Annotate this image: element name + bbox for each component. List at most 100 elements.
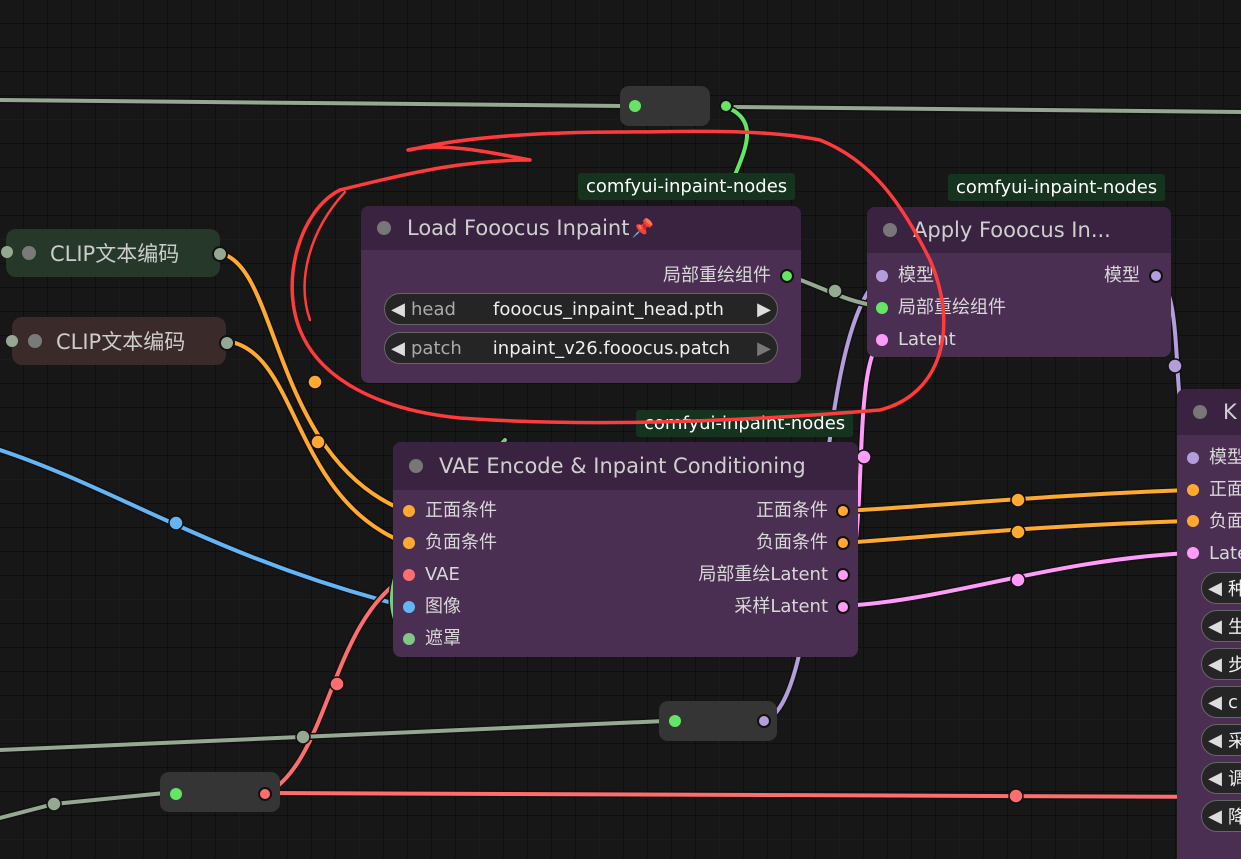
output-dot-inpaint-patch[interactable] <box>780 269 794 283</box>
input-dot-model[interactable] <box>876 270 888 282</box>
patch-combo-widget[interactable]: ◀ patch inpaint_v26.fooocus.patch ▶ <box>384 332 778 364</box>
arrow-left-icon[interactable]: ◀ <box>1202 616 1228 637</box>
denoise-widget[interactable]: ◀ 降 <box>1201 800 1241 832</box>
node-status-dot <box>409 459 423 473</box>
reroute-node-vae[interactable] <box>160 772 280 812</box>
node-status-dot <box>28 334 42 348</box>
output-dot-model[interactable] <box>1149 269 1163 283</box>
widget-name: 步 <box>1228 655 1241 676</box>
widget-name: c <box>1228 691 1238 713</box>
input-dot-image[interactable] <box>403 601 415 613</box>
input-label: 负面条件 <box>425 532 497 553</box>
scheduler-widget[interactable]: ◀ 调 <box>1201 762 1241 794</box>
clip-input-dot[interactable] <box>6 335 18 347</box>
clip-output-dot[interactable] <box>219 335 235 351</box>
input-label: 图像 <box>425 596 461 617</box>
arrow-left-icon[interactable]: ◀ <box>1202 730 1228 751</box>
arrow-left-icon[interactable]: ◀ <box>1202 768 1228 789</box>
input-label: 正面 <box>1209 479 1241 500</box>
output-label: 负面条件 <box>756 532 828 553</box>
vae-encode-inpaint-conditioning-node[interactable]: VAE Encode & Inpaint Conditioning 正面条件 负… <box>393 442 858 657</box>
input-dot-latent[interactable] <box>876 334 888 346</box>
node-header[interactable]: VAE Encode & Inpaint Conditioning <box>393 442 858 490</box>
output-label: 采样Latent <box>734 596 828 617</box>
widget-name: 调 <box>1228 769 1241 790</box>
widget-name: patch <box>411 337 462 359</box>
input-dot-positive[interactable] <box>1187 484 1199 496</box>
wire-patch-down <box>722 103 751 179</box>
output-label: 模型 <box>1104 265 1140 286</box>
ksampler-node[interactable]: K 模型 正面 负面 Late ◀种 ◀生 ◀步 ◀c ◀采 ◀调 ◀降 <box>1177 389 1241 859</box>
widget-value: fooocus_inpaint_head.pth <box>493 298 724 320</box>
input-dot-negative[interactable] <box>403 537 415 549</box>
node-header[interactable]: Apply Fooocus In... <box>867 207 1171 253</box>
node-status-dot <box>22 246 36 260</box>
output-label: 局部重绘组件 <box>663 265 771 286</box>
input-dot-mask[interactable] <box>403 633 415 645</box>
widget-name: head <box>411 298 456 320</box>
widget-value: inpaint_v26.fooocus.patch <box>492 337 731 359</box>
head-combo-widget[interactable]: ◀ head fooocus_inpaint_head.pth ▶ <box>384 293 778 325</box>
output-dot-positive[interactable] <box>836 504 850 518</box>
input-dot-vae[interactable] <box>403 569 415 581</box>
node-source-tag: comfyui-inpaint-nodes <box>578 173 796 200</box>
apply-fooocus-inpaint-node[interactable]: Apply Fooocus In... 模型 局部重绘组件 Latent 模型 <box>867 207 1171 357</box>
arrow-left-icon[interactable]: ◀ <box>385 338 411 359</box>
input-label: 负面 <box>1209 511 1241 532</box>
node-status-dot <box>1193 405 1207 419</box>
node-header[interactable]: K <box>1177 389 1241 435</box>
input-label: 模型 <box>898 265 934 286</box>
output-dot-inpaint-latent[interactable] <box>836 568 850 582</box>
cfg-widget[interactable]: ◀ c <box>1201 686 1241 718</box>
arrow-right-icon[interactable]: ▶ <box>751 299 777 320</box>
control-after-generate-widget[interactable]: ◀ 生 <box>1201 610 1241 642</box>
node-header[interactable]: Load Fooocus Inpaint 📌 <box>361 206 801 250</box>
output-label: 局部重绘Latent <box>698 564 828 585</box>
input-dot-positive[interactable] <box>403 505 415 517</box>
steps-widget[interactable]: ◀ 步 <box>1201 648 1241 680</box>
node-status-dot <box>883 223 897 237</box>
reroute-node-model[interactable] <box>659 701 777 741</box>
widget-name: 种 <box>1228 579 1241 600</box>
input-dot-model[interactable] <box>1187 452 1199 464</box>
reroute-node-top[interactable] <box>620 86 733 126</box>
node-title: CLIP文本编码 <box>56 330 186 354</box>
pin-icon: 📌 <box>631 217 654 239</box>
clip-output-dot[interactable] <box>212 246 228 262</box>
arrow-left-icon[interactable]: ◀ <box>1202 806 1228 827</box>
widget-name: 采 <box>1228 731 1241 752</box>
clip-text-encode-node-positive[interactable]: CLIP文本编码 <box>6 229 220 277</box>
arrow-left-icon[interactable]: ◀ <box>1202 654 1228 675</box>
input-label: 正面条件 <box>425 500 497 521</box>
sampler-widget[interactable]: ◀ 采 <box>1201 724 1241 756</box>
arrow-left-icon[interactable]: ◀ <box>1202 578 1228 599</box>
reroute-output-dot[interactable] <box>258 787 272 801</box>
reroute-input-dot[interactable] <box>629 100 641 112</box>
reroute-input-dot[interactable] <box>170 788 182 800</box>
arrow-left-icon[interactable]: ◀ <box>1202 692 1228 713</box>
arrow-left-icon[interactable]: ◀ <box>385 299 411 320</box>
input-dot-inpaint-patch[interactable] <box>876 302 888 314</box>
clip-input-dot[interactable] <box>1 246 13 258</box>
clip-text-encode-node-negative[interactable]: CLIP文本编码 <box>12 317 226 365</box>
node-source-tag: comfyui-inpaint-nodes <box>636 410 854 437</box>
reroute-input-dot[interactable] <box>669 715 681 727</box>
node-status-dot <box>377 221 391 235</box>
input-label: Late <box>1209 543 1241 564</box>
output-dot-negative[interactable] <box>836 536 850 550</box>
input-label: 局部重绘组件 <box>898 297 1006 318</box>
widget-name: 生 <box>1228 617 1241 638</box>
input-label: 遮罩 <box>425 628 461 649</box>
input-label: Latent <box>898 329 956 350</box>
reroute-output-dot[interactable] <box>719 99 733 113</box>
reroute-output-dot[interactable] <box>757 714 771 728</box>
arrow-right-icon[interactable]: ▶ <box>751 338 777 359</box>
node-title: K <box>1223 400 1237 424</box>
seed-widget[interactable]: ◀ 种 <box>1201 572 1241 604</box>
node-source-tag: comfyui-inpaint-nodes <box>948 174 1166 201</box>
input-dot-negative[interactable] <box>1187 515 1199 527</box>
output-dot-sample-latent[interactable] <box>836 600 850 614</box>
load-fooocus-inpaint-node[interactable]: Load Fooocus Inpaint 📌 局部重绘组件 ◀ head foo… <box>361 206 801 383</box>
node-title: CLIP文本编码 <box>50 242 180 266</box>
input-dot-latent[interactable] <box>1187 547 1199 559</box>
